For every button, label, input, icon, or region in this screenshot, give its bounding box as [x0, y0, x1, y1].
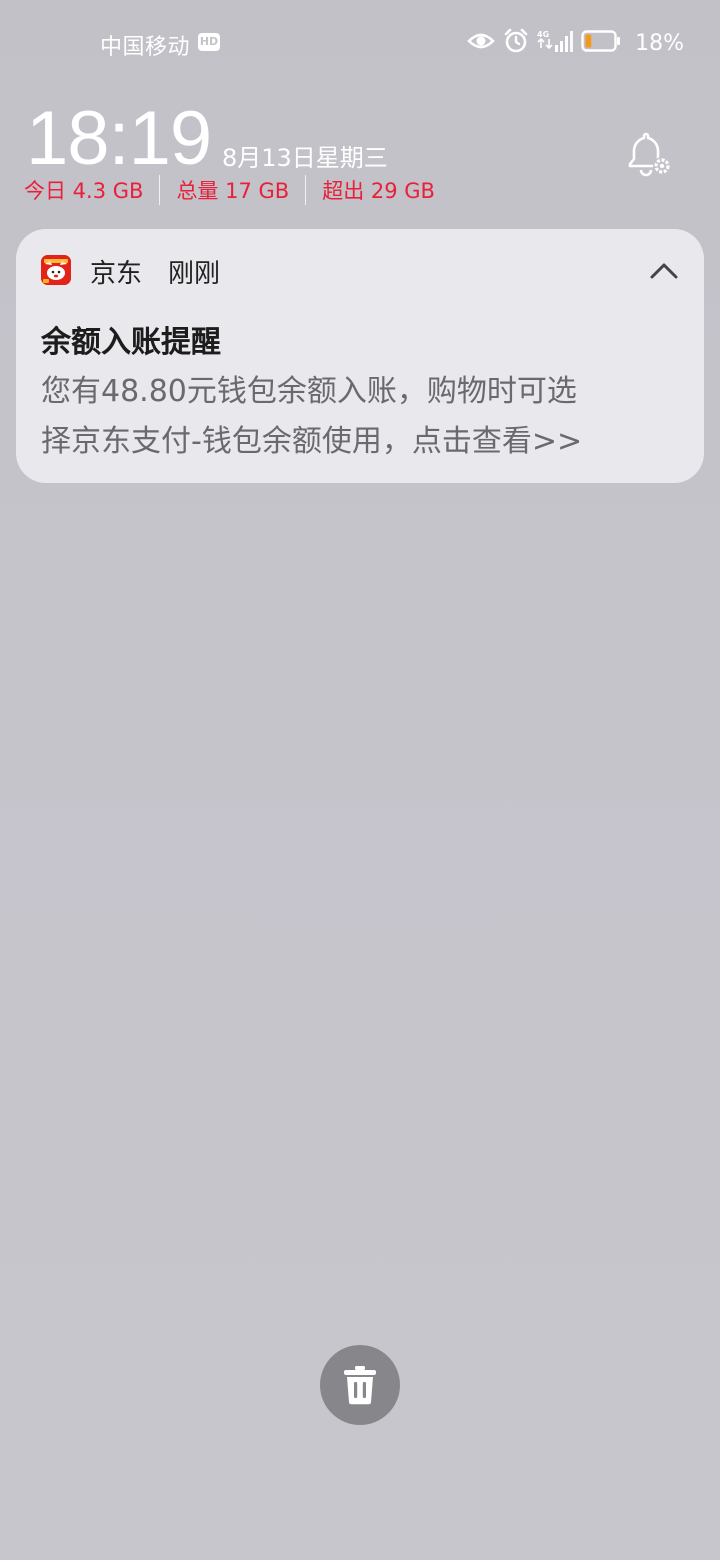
notification-body-line: 您有48.80元钱包余额入账，购物时可选	[41, 374, 577, 409]
battery-icon	[581, 29, 621, 57]
eye-icon	[467, 31, 495, 55]
data-usage-total: 总量 17 GB	[176, 179, 290, 203]
notification-body: 您有48.80元钱包余额入账，购物时可选 择京东支付-钱包余额使用，点击查看>>	[41, 367, 686, 467]
notification-settings-button[interactable]	[624, 130, 676, 182]
lockscreen-clock: 18:19	[26, 96, 212, 181]
svg-text:4G: 4G	[537, 30, 549, 39]
clear-notifications-button[interactable]	[320, 1345, 400, 1425]
notification-body-line: 择京东支付-钱包余额使用，点击查看>>	[41, 424, 583, 459]
notification-time: 刚刚	[168, 259, 221, 289]
collapse-notification-button[interactable]	[646, 255, 682, 287]
data-usage-row: 今日 4.3 GB 总量 17 GB 超出 29 GB	[24, 174, 451, 206]
jd-app-icon	[41, 255, 71, 285]
status-icons: 4G 18%	[467, 28, 684, 58]
notification-card[interactable]: 京东 刚刚 余额入账提醒 您有48.80元钱包余额入账，购物时可选 择京东支付-…	[16, 229, 704, 483]
lock-screen: 中国移动 HD 4G 18% 18:19 8月13日星期三 今日 4.3 GB …	[0, 0, 720, 1560]
data-usage-today: 今日 4.3 GB	[24, 179, 144, 203]
alarm-icon	[503, 28, 529, 58]
notification-title: 余额入账提醒	[41, 325, 221, 360]
hd-badge: HD	[198, 33, 220, 51]
status-bar: 中国移动 HD 4G 18%	[0, 22, 720, 66]
signal-icon: 4G	[537, 28, 574, 58]
chevron-up-icon	[650, 263, 678, 279]
carrier-name: 中国移动	[100, 35, 191, 60]
data-usage-exceed: 超出 29 GB	[322, 179, 435, 203]
trash-icon	[344, 1366, 376, 1405]
bell-gear-icon	[628, 132, 671, 177]
lockscreen-date: 8月13日星期三	[222, 144, 388, 172]
battery-percent: 18%	[635, 30, 684, 56]
notification-app-name: 京东	[90, 259, 143, 289]
